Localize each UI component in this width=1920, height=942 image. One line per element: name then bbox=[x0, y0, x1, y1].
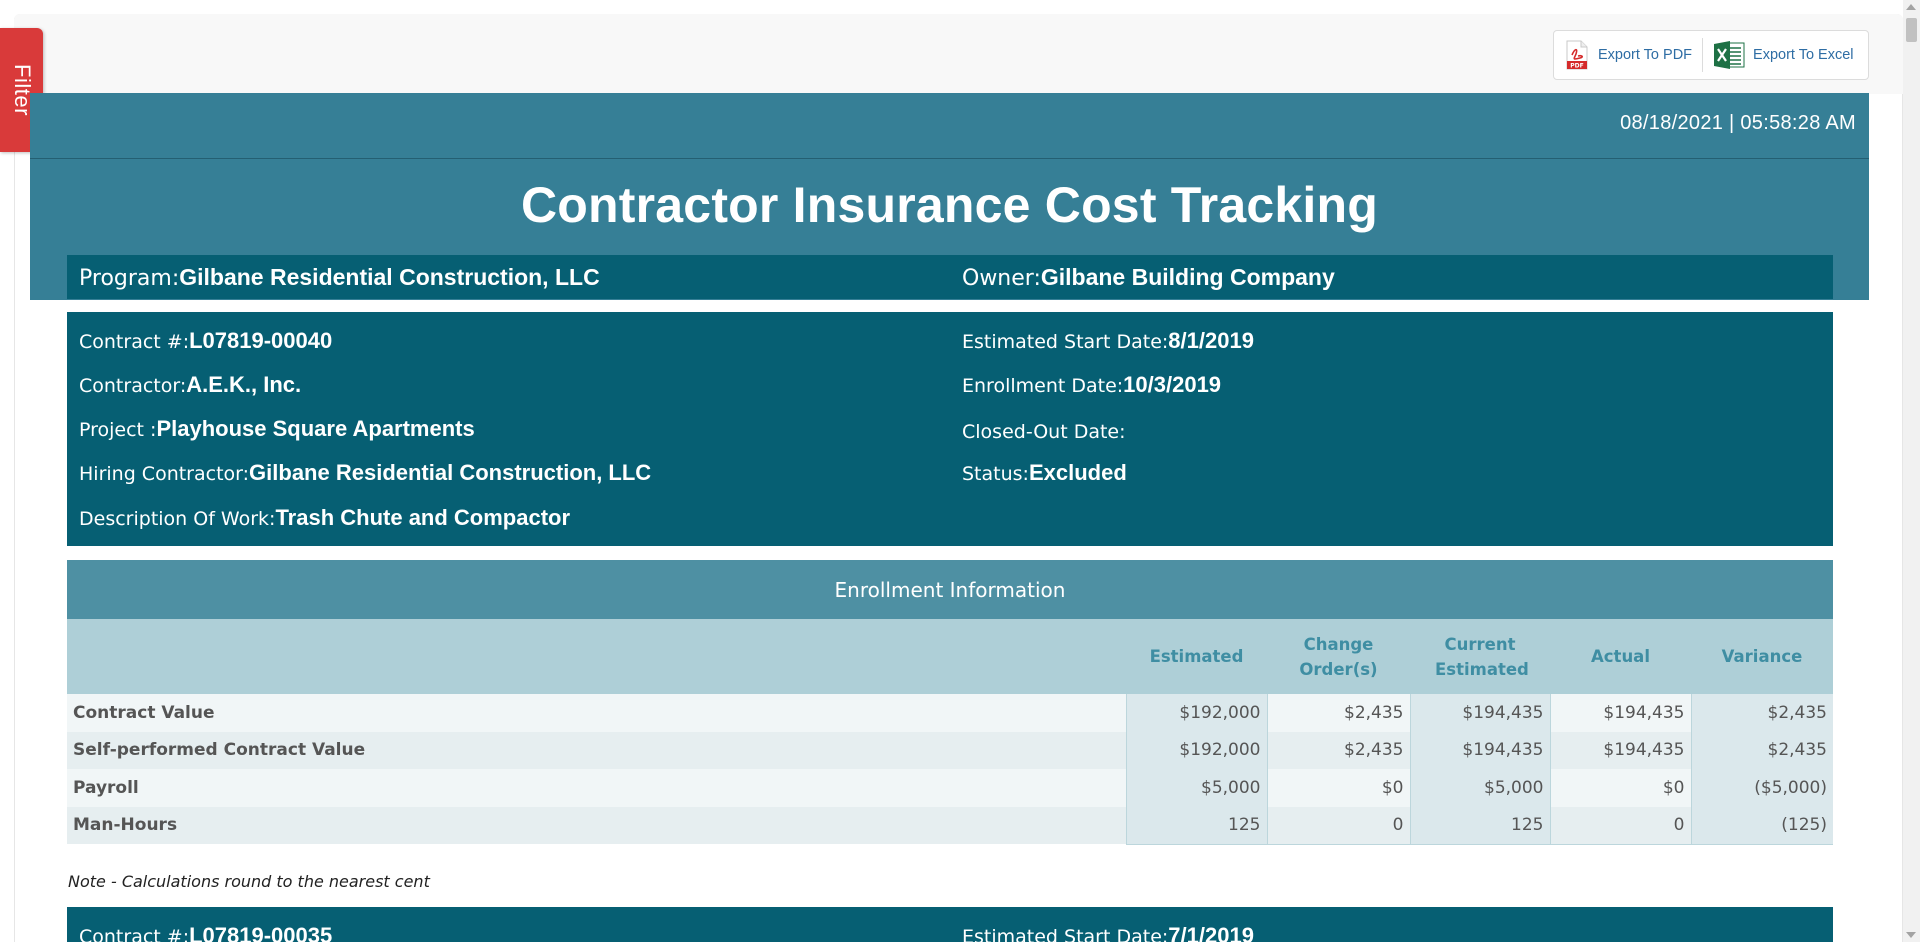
status-value: Excluded bbox=[1028, 460, 1127, 485]
start-date-value: 7/1/2019 bbox=[1168, 923, 1254, 942]
export-toolbar: PDF Export To PDF Export To Excel bbox=[1553, 30, 1869, 80]
scroll-up-arrow-icon[interactable] bbox=[1906, 4, 1916, 10]
column-header: Current Estimated bbox=[1410, 619, 1550, 694]
row-label: Contract Value bbox=[67, 694, 1126, 732]
scroll-down-arrow-icon[interactable] bbox=[1906, 932, 1916, 938]
contract-details-panel: Contract #:L07819-00040 Contractor:A.E.K… bbox=[67, 312, 1833, 546]
table-cell: $2,435 bbox=[1266, 731, 1410, 769]
description-value: Trash Chute and Compactor bbox=[275, 505, 571, 530]
enrollment-date-label: Enrollment Date: bbox=[962, 375, 1124, 397]
contract-number-value: L07819-00035 bbox=[189, 923, 333, 942]
table-cell: $5,000 bbox=[1409, 769, 1550, 807]
enrollment-title: Enrollment Information bbox=[67, 560, 1833, 619]
table-cell: $192,000 bbox=[1125, 694, 1267, 732]
table-cell: $194,435 bbox=[1549, 731, 1691, 769]
contractor-field: Contractor:A.E.K., Inc. bbox=[79, 372, 301, 398]
contractor-label: Contractor: bbox=[79, 375, 187, 397]
row-label: Man-Hours bbox=[67, 806, 1126, 844]
hiring-contractor-value: Gilbane Residential Construction, LLC bbox=[249, 460, 652, 485]
start-date-field: Estimated Start Date:8/1/2019 bbox=[962, 328, 1254, 354]
enrollment-section: Enrollment Information Estimated Change … bbox=[67, 560, 1833, 845]
table-row: Man-Hours 125 0 125 0 (125) bbox=[67, 806, 1833, 845]
hiring-contractor-field: Hiring Contractor:Gilbane Residential Co… bbox=[79, 460, 651, 486]
table-cell: $2,435 bbox=[1266, 694, 1410, 732]
table-cell: 125 bbox=[1409, 806, 1550, 845]
contract-number-field: Contract #:L07819-00035 bbox=[79, 923, 332, 942]
column-header: Actual bbox=[1550, 619, 1691, 694]
report-datetime: 08/18/2021 | 05:58:28 AM bbox=[1620, 112, 1856, 134]
contract-number-value: L07819-00040 bbox=[189, 328, 333, 353]
table-cell: $2,435 bbox=[1690, 731, 1833, 769]
start-date-field: Estimated Start Date:7/1/2019 bbox=[962, 923, 1254, 942]
table-cell: (125) bbox=[1690, 806, 1833, 845]
export-pdf-button[interactable]: PDF Export To PDF bbox=[1554, 31, 1702, 79]
enrollment-date-field: Enrollment Date:10/3/2019 bbox=[962, 372, 1221, 398]
table-cell: $194,435 bbox=[1549, 694, 1691, 732]
column-header-text: Change Order(s) bbox=[1299, 634, 1378, 679]
contractor-value: A.E.K., Inc. bbox=[186, 372, 302, 397]
table-header-row: Estimated Change Order(s) Current Estima… bbox=[67, 619, 1833, 694]
table-cell: ($5,000) bbox=[1690, 769, 1833, 807]
report-title: Contractor Insurance Cost Tracking bbox=[521, 177, 1378, 233]
scrollbar-thumb[interactable] bbox=[1906, 18, 1917, 42]
program-label: Program: bbox=[79, 265, 180, 291]
start-date-value: 8/1/2019 bbox=[1168, 328, 1254, 353]
program-bar: Program:Gilbane Residential Construction… bbox=[67, 255, 1833, 299]
owner-field: Owner:Gilbane Building Company bbox=[950, 264, 1833, 291]
table-cell: $192,000 bbox=[1125, 731, 1267, 769]
enrollment-table: Estimated Change Order(s) Current Estima… bbox=[67, 619, 1833, 845]
column-header: Variance bbox=[1691, 619, 1833, 694]
table-cell: 0 bbox=[1549, 806, 1691, 845]
column-header: Estimated bbox=[1126, 619, 1267, 694]
closed-out-date-label: Closed-Out Date: bbox=[962, 421, 1126, 443]
header-divider bbox=[30, 158, 1869, 159]
table-row: Contract Value $192,000 $2,435 $194,435 … bbox=[67, 694, 1833, 732]
program-field: Program:Gilbane Residential Construction… bbox=[67, 264, 950, 291]
excel-file-icon bbox=[1714, 41, 1745, 69]
closed-out-date-field: Closed-Out Date: bbox=[962, 418, 1126, 444]
owner-label: Owner: bbox=[962, 265, 1041, 291]
vertical-scrollbar[interactable] bbox=[1903, 0, 1920, 942]
table-cell: $0 bbox=[1266, 769, 1410, 807]
program-value: Gilbane Residential Construction, LLC bbox=[179, 263, 600, 290]
calculation-note: Note - Calculations round to the nearest… bbox=[68, 872, 430, 891]
contract-details-panel: Contract #:L07819-00035 Estimated Start … bbox=[67, 907, 1833, 942]
table-row: Payroll $5,000 $0 $5,000 $0 ($5,000) bbox=[67, 769, 1833, 807]
start-date-label: Estimated Start Date: bbox=[962, 926, 1169, 942]
project-label: Project : bbox=[79, 419, 157, 441]
svg-text:PDF: PDF bbox=[1570, 63, 1583, 70]
pdf-file-icon: PDF bbox=[1566, 40, 1588, 70]
description-label: Description Of Work: bbox=[79, 508, 276, 530]
export-excel-button[interactable]: Export To Excel bbox=[1703, 31, 1863, 79]
export-pdf-label: Export To PDF bbox=[1598, 47, 1693, 63]
table-cell: $2,435 bbox=[1690, 694, 1833, 732]
status-field: Status:Excluded bbox=[962, 460, 1127, 486]
enrollment-date-value: 10/3/2019 bbox=[1123, 372, 1222, 397]
contract-number-field: Contract #:L07819-00040 bbox=[79, 328, 332, 354]
export-excel-label: Export To Excel bbox=[1753, 47, 1854, 63]
project-field: Project :Playhouse Square Apartments bbox=[79, 416, 475, 442]
table-cell: $0 bbox=[1549, 769, 1691, 807]
column-header-text: Current Estimated bbox=[1435, 634, 1529, 679]
contract-number-label: Contract #: bbox=[79, 331, 190, 353]
description-field: Description Of Work:Trash Chute and Comp… bbox=[79, 505, 570, 531]
column-header-blank bbox=[67, 619, 1126, 694]
row-label: Payroll bbox=[67, 769, 1126, 807]
table-cell: $5,000 bbox=[1125, 769, 1267, 807]
table-row: Self-performed Contract Value $192,000 $… bbox=[67, 731, 1833, 769]
table-cell: 125 bbox=[1125, 806, 1267, 845]
project-value: Playhouse Square Apartments bbox=[156, 416, 475, 441]
table-cell: $194,435 bbox=[1409, 731, 1550, 769]
status-label: Status: bbox=[962, 463, 1029, 485]
table-cell: $194,435 bbox=[1409, 694, 1550, 732]
start-date-label: Estimated Start Date: bbox=[962, 331, 1169, 353]
contract-number-label: Contract #: bbox=[79, 926, 190, 942]
column-header: Change Order(s) bbox=[1267, 619, 1410, 694]
owner-value: Gilbane Building Company bbox=[1040, 263, 1335, 290]
hiring-contractor-label: Hiring Contractor: bbox=[79, 463, 250, 485]
table-cell: 0 bbox=[1266, 806, 1410, 845]
row-label: Self-performed Contract Value bbox=[67, 731, 1126, 769]
